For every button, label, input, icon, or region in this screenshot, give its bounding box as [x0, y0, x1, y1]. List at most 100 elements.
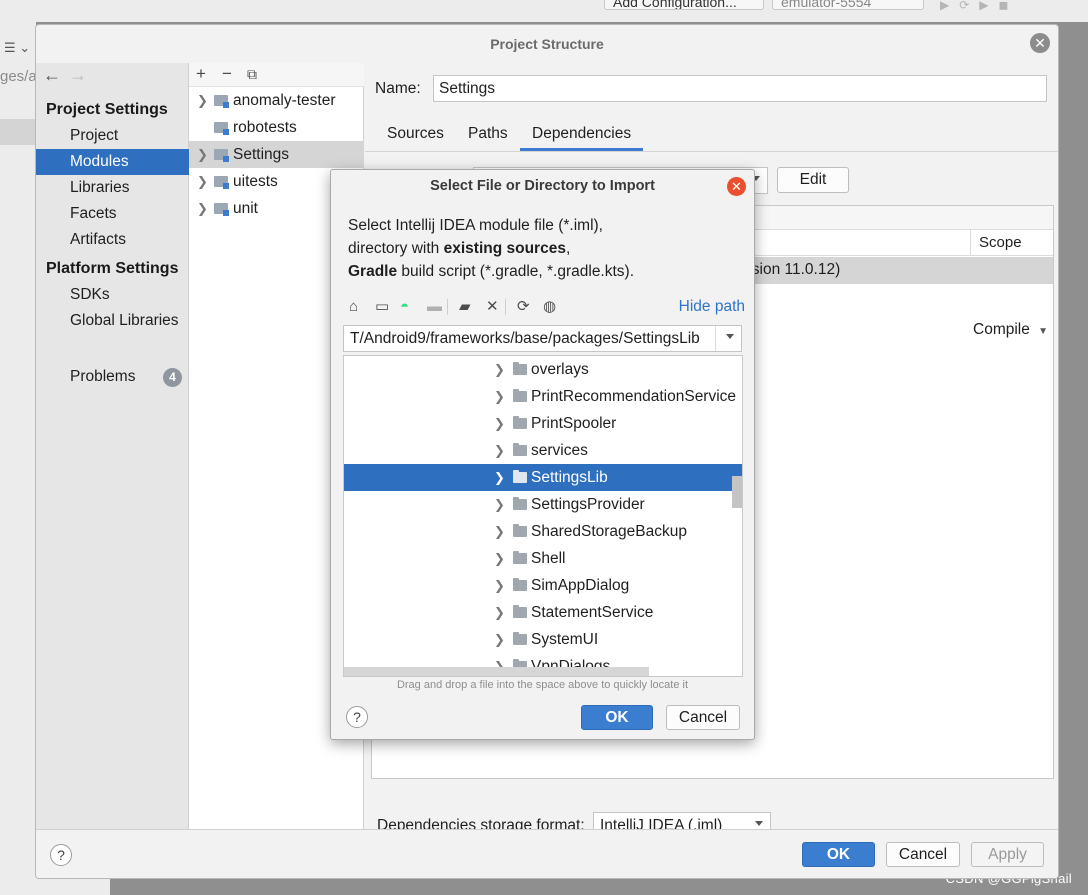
android-icon[interactable]: ◓	[400, 294, 409, 320]
navigation-arrows: ← →	[43, 65, 87, 86]
problems-count-badge: 4	[163, 368, 182, 387]
sidebar-item-modules[interactable]: Modules	[36, 149, 189, 175]
project-folder-icon[interactable]: ▬	[427, 294, 442, 320]
module-item-robotests[interactable]: robotests	[189, 114, 364, 141]
help-icon[interactable]: ?	[50, 844, 72, 866]
folder-icon	[513, 605, 527, 618]
platform-settings-header: Platform Settings	[46, 260, 179, 277]
chevron-right-icon[interactable]: ❯	[494, 599, 505, 626]
chevron-right-icon[interactable]: ❯	[494, 491, 505, 518]
ide-breadcrumb: ges/a	[0, 68, 37, 85]
tree-item[interactable]: ❯ SettingsProvider	[344, 491, 742, 518]
back-arrow-icon[interactable]: ←	[43, 65, 61, 85]
scope-column-header[interactable]: Scope	[970, 230, 1055, 256]
project-settings-header: Project Settings	[46, 101, 168, 118]
folder-icon	[513, 443, 527, 456]
sidebar-item-artifacts[interactable]: Artifacts	[36, 227, 189, 253]
chevron-right-icon[interactable]: ❯	[197, 195, 208, 222]
device-selector[interactable]: emulator-5554	[772, 0, 924, 10]
chevron-right-icon[interactable]: ❯	[197, 87, 208, 114]
chevron-right-icon[interactable]: ❯	[494, 464, 505, 491]
copy-icon[interactable]: ⧉	[247, 63, 257, 85]
remove-icon[interactable]: −	[222, 63, 232, 85]
cancel-button[interactable]: Cancel	[666, 705, 740, 730]
file-chooser-toolbar: ⌂ ▭ ◓ ▬ ▰ ✕ ⟳ ◍ Hide path	[343, 294, 745, 320]
folder-icon	[513, 551, 527, 564]
folder-icon	[513, 632, 527, 645]
tab-sources[interactable]: Sources	[387, 125, 444, 151]
cancel-button[interactable]: Cancel	[886, 842, 960, 867]
ide-project-panel: ☰ ⌄ ges/a	[0, 22, 37, 895]
close-icon[interactable]: ✕	[1030, 33, 1050, 53]
chevron-right-icon[interactable]: ❯	[494, 518, 505, 545]
module-item-anomaly-tester[interactable]: ❯ anomaly-tester	[189, 87, 364, 114]
run-toolbar-icons: ▶ ⟳ ▶ ◼	[940, 0, 1009, 12]
tree-item[interactable]: ❯ SharedStorageBackup	[344, 518, 742, 545]
module-item-settings[interactable]: ❯ Settings	[189, 141, 364, 168]
vertical-scrollbar[interactable]	[732, 476, 742, 508]
chevron-down-icon	[726, 334, 734, 339]
ok-button[interactable]: OK	[802, 842, 875, 867]
tree-item[interactable]: ❯ SystemUI	[344, 626, 742, 653]
chevron-right-icon[interactable]: ❯	[494, 410, 505, 437]
ide-toolbar: Add Configuration... emulator-5554 ▶ ⟳ ▶…	[0, 0, 1088, 22]
module-icon	[214, 122, 229, 135]
apply-button[interactable]: Apply	[971, 842, 1044, 867]
drag-drop-hint: Drag and drop a file into the space abov…	[396, 679, 689, 691]
dialog-description: Select Intellij IDEA module file (*.iml)…	[348, 217, 635, 280]
path-input[interactable]: T/Android9/frameworks/base/packages/Sett…	[343, 325, 742, 352]
tab-paths[interactable]: Paths	[468, 125, 508, 151]
chevron-down-icon	[755, 821, 763, 826]
sidebar-item-project[interactable]: Project	[36, 123, 189, 149]
hide-path-link[interactable]: Hide path	[679, 298, 745, 316]
chevron-right-icon[interactable]: ❯	[494, 626, 505, 653]
tree-item[interactable]: ❯ overlays	[344, 356, 742, 383]
module-icon	[214, 203, 229, 216]
chevron-down-icon: ▼	[1038, 326, 1049, 337]
chevron-right-icon[interactable]: ❯	[197, 168, 208, 195]
tree-item[interactable]: ❯ StatementService	[344, 599, 742, 626]
help-icon[interactable]: ?	[346, 706, 368, 728]
desktop-icon[interactable]: ▭	[375, 294, 389, 320]
home-icon[interactable]: ⌂	[349, 294, 358, 320]
edit-sdk-button[interactable]: Edit	[777, 167, 849, 193]
tree-item[interactable]: ❯ PrintSpooler	[344, 410, 742, 437]
sidebar-item-sdks[interactable]: SDKs	[36, 282, 189, 308]
delete-icon[interactable]: ✕	[486, 294, 499, 320]
module-name-input[interactable]	[433, 75, 1047, 102]
window-titlebar: Project Structure ✕	[36, 25, 1058, 63]
scope-dropdown[interactable]: Compile ▼	[973, 321, 1048, 339]
close-icon[interactable]: ✕	[727, 177, 746, 196]
file-tree[interactable]: ❯ overlays ❯ PrintRecommendationService ❯ P…	[343, 355, 743, 677]
refresh-icon[interactable]: ⟳	[517, 294, 530, 320]
tree-item[interactable]: ❯ Shell	[344, 545, 742, 572]
forward-arrow-icon[interactable]: →	[69, 65, 87, 85]
sidebar-item-facets[interactable]: Facets	[36, 201, 189, 227]
show-hidden-icon[interactable]: ◍	[543, 294, 556, 320]
module-toolbar: + − ⧉	[189, 63, 364, 87]
tree-item[interactable]: ❯ SimAppDialog	[344, 572, 742, 599]
tab-dependencies[interactable]: Dependencies	[520, 125, 644, 151]
tree-item[interactable]: ❯ PrintRecommendationService	[344, 383, 742, 410]
chevron-right-icon[interactable]: ❯	[494, 545, 505, 572]
horizontal-scrollbar[interactable]	[344, 667, 649, 676]
folder-icon	[513, 497, 527, 510]
module-icon	[214, 149, 229, 162]
sidebar-item-global-libraries[interactable]: Global Libraries	[36, 308, 189, 334]
tree-item-selected[interactable]: ❯ SettingsLib	[344, 464, 742, 491]
new-folder-icon[interactable]: ▰	[459, 294, 471, 320]
folder-icon	[513, 578, 527, 591]
sidebar-item-libraries[interactable]: Libraries	[36, 175, 189, 201]
chevron-right-icon[interactable]: ❯	[494, 572, 505, 599]
path-history-dropdown[interactable]	[715, 326, 741, 351]
folder-icon	[513, 362, 527, 375]
chevron-right-icon[interactable]: ❯	[494, 383, 505, 410]
ok-button[interactable]: OK	[581, 705, 653, 730]
chevron-right-icon[interactable]: ❯	[494, 437, 505, 464]
tree-item[interactable]: ❯ services	[344, 437, 742, 464]
run-configuration-button[interactable]: Add Configuration...	[604, 0, 764, 10]
chevron-right-icon[interactable]: ❯	[197, 141, 208, 168]
add-icon[interactable]: +	[196, 63, 206, 85]
chevron-right-icon[interactable]: ❯	[494, 356, 505, 383]
folder-icon	[513, 389, 527, 402]
